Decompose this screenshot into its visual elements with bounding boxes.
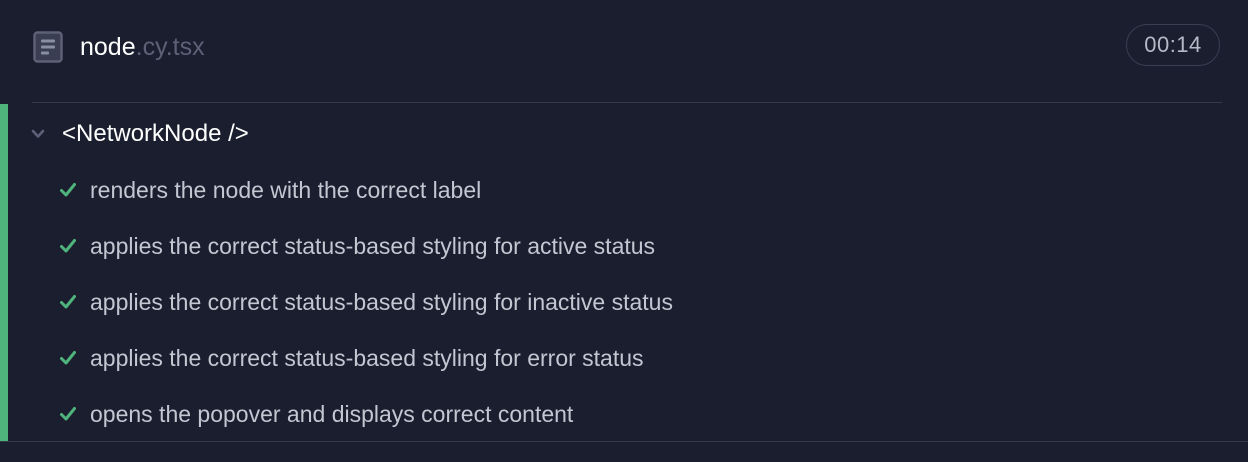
test-row[interactable]: applies the correct status-based styling… (58, 282, 673, 322)
spec-file-extension: .cy.tsx (135, 33, 205, 61)
suite-pass-indicator (0, 104, 8, 441)
check-icon (58, 292, 78, 312)
test-row[interactable]: applies the correct status-based styling… (58, 338, 644, 378)
check-icon (58, 236, 78, 256)
spec-file-base: node (80, 33, 136, 61)
suite-bottom-divider (0, 441, 1248, 442)
check-icon (58, 348, 78, 368)
spec-header: node.cy.tsx 00:14 (0, 0, 1248, 96)
test-row[interactable]: opens the popover and displays correct c… (58, 394, 573, 434)
check-icon (58, 180, 78, 200)
duration-badge: 00:14 (1126, 24, 1220, 66)
test-title: renders the node with the correct label (90, 177, 482, 203)
header-divider (32, 102, 1222, 103)
test-title: opens the popover and displays correct c… (90, 401, 574, 427)
check-icon (58, 404, 78, 424)
chevron-down-icon[interactable] (28, 124, 48, 144)
suite-row[interactable]: <NetworkNode /> (28, 114, 249, 154)
test-row[interactable]: renders the node with the correct label (58, 170, 481, 210)
test-title: applies the correct status-based styling… (90, 289, 673, 315)
test-title: applies the correct status-based styling… (90, 345, 644, 371)
spec-runner-panel: node.cy.tsx 00:14 <NetworkNode /> render… (0, 0, 1248, 462)
file-text-icon (33, 31, 63, 63)
suite-title: <NetworkNode /> (62, 120, 249, 147)
spec-file-name[interactable]: node.cy.tsx (80, 30, 205, 64)
test-row[interactable]: applies the correct status-based styling… (58, 226, 655, 266)
test-title: applies the correct status-based styling… (90, 233, 656, 259)
